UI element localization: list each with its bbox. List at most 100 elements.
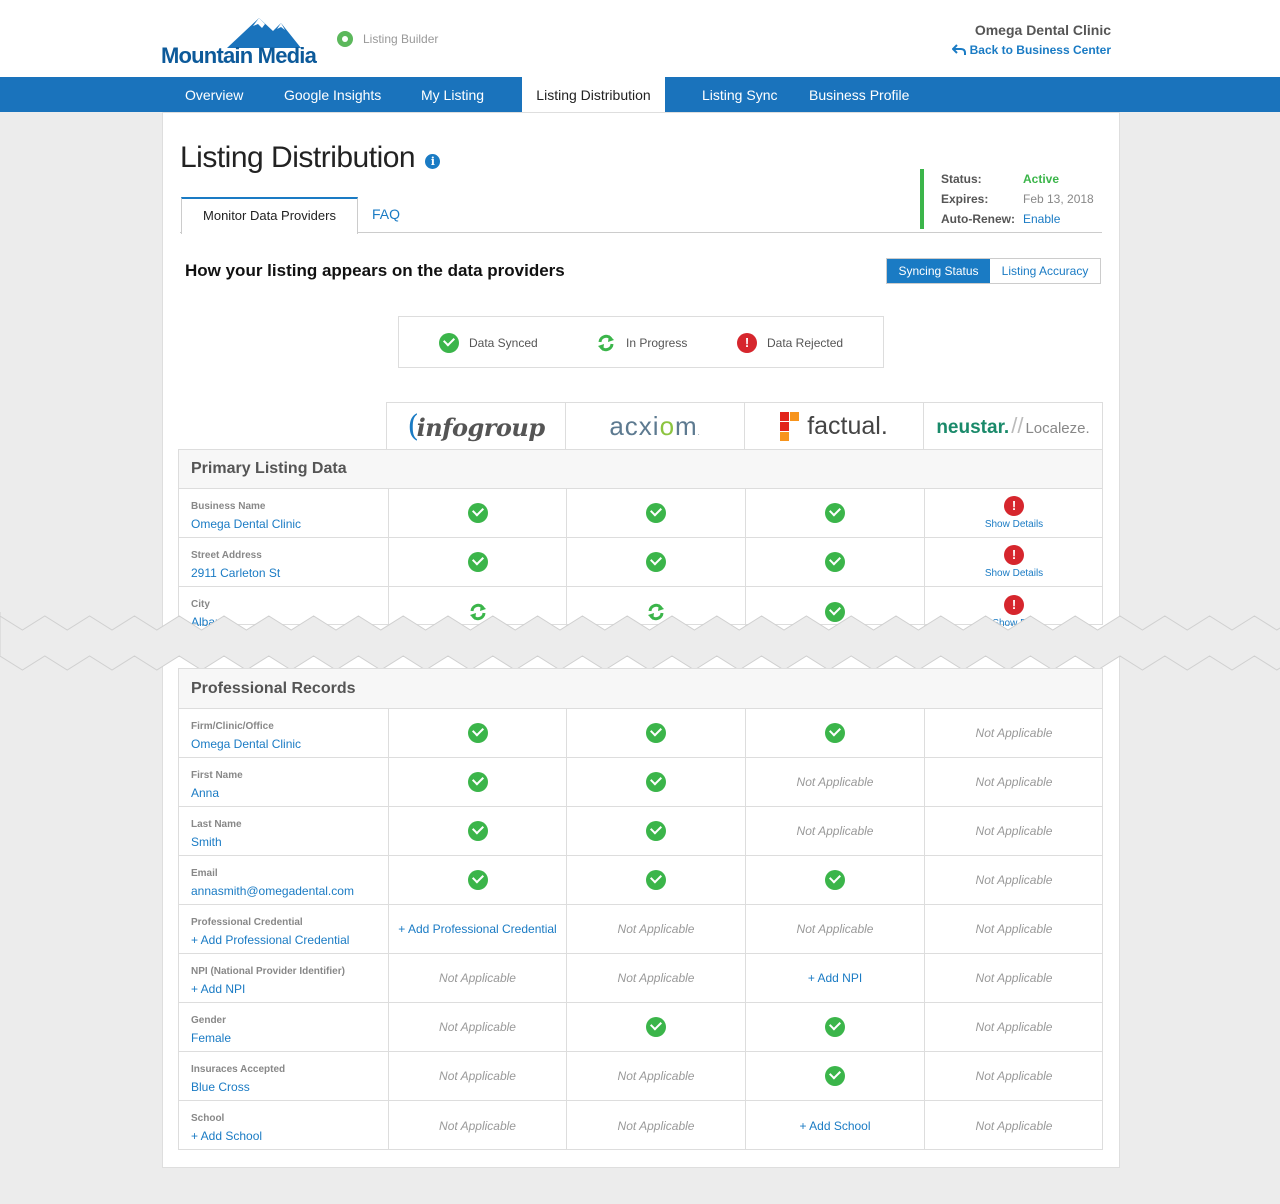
factual-logo-text: factual. <box>807 411 888 440</box>
provider-status-cell: Not Applicable <box>566 1101 745 1150</box>
status-value: Active <box>1023 172 1060 186</box>
table-row: First Name Anna Not Applicable Not Applicab… <box>179 758 1102 807</box>
nav-google-insights[interactable]: Google Insights <box>284 77 381 112</box>
provider-status-cell: Not Applicable <box>924 1101 1103 1150</box>
listing-accuracy-button[interactable]: Listing Accuracy <box>990 259 1100 283</box>
field-value-link[interactable]: Anna <box>191 786 388 800</box>
check-circle-icon <box>646 821 666 841</box>
not-applicable-text: Not Applicable <box>439 1069 516 1083</box>
info-icon[interactable]: i <box>425 153 441 169</box>
check-circle-icon <box>646 772 666 792</box>
subscription-status: Status: Active Expires: Feb 13, 2018 Auto-… <box>920 169 1100 229</box>
provider-status-cell <box>388 709 566 757</box>
neustar-logo-text: neustar. <box>936 417 1010 438</box>
provider-acxiom: acxiom. <box>565 402 745 449</box>
row-label-cell: Last Name Smith <box>179 807 388 855</box>
legend-progress-label: In Progress <box>626 336 688 350</box>
autorenew-label: Auto-Renew: <box>941 212 1015 226</box>
check-circle-icon <box>467 870 488 890</box>
show-details-link[interactable]: Show Details <box>985 519 1043 530</box>
not-applicable-text: Not Applicable <box>617 922 695 936</box>
nav-listing-sync[interactable]: Listing Sync <box>702 77 777 112</box>
syncing-status-button[interactable]: Syncing Status <box>887 259 990 283</box>
not-applicable-text: Not Applicable <box>975 971 1053 985</box>
legend-synced-label: Data Synced <box>469 336 538 350</box>
acxiom-logo: acxiom. <box>609 411 700 442</box>
nav-overview[interactable]: Overview <box>185 77 243 112</box>
nav-listing-distribution[interactable]: Listing Distribution <box>522 77 665 112</box>
field-value-link[interactable]: Omega Dental Clinic <box>191 517 388 531</box>
check-circle-icon <box>825 1017 845 1037</box>
add-field-link[interactable]: + Add Professional Credential <box>398 922 556 936</box>
provider-status-cell: Not Applicable <box>388 954 566 1002</box>
field-name: Firm/Clinic/Office <box>191 721 274 732</box>
table-row: Insuraces Accepted Blue Cross Not Applicab… <box>179 1052 1102 1101</box>
provider-status-cell: Not Applicable <box>745 905 924 953</box>
field-value-link[interactable]: + Add NPI <box>191 982 388 996</box>
back-to-business-center-link[interactable]: Back to Business Center <box>951 43 1111 57</box>
check-circle-icon <box>439 333 459 353</box>
exclamation-circle-icon: ! <box>1004 496 1024 516</box>
field-value-link[interactable]: Blue Cross <box>191 1080 388 1094</box>
mountain-media-logo[interactable]: Mountain Media <box>161 14 331 68</box>
page-title-text: Listing Distribution <box>180 141 416 174</box>
check-circle-icon <box>646 552 666 572</box>
infogroup-logo-text: infogroup <box>416 412 546 442</box>
field-value-link[interactable]: Smith <box>191 835 388 849</box>
page-title: Listing Distribution i <box>180 141 441 175</box>
exclamation-circle-icon: ! <box>1004 545 1024 565</box>
provider-status-cell: Not Applicable <box>745 807 924 855</box>
expires-label: Expires: <box>941 192 989 206</box>
provider-status-cell: Not Applicable <box>924 954 1103 1002</box>
not-applicable-text: Not Applicable <box>975 922 1053 936</box>
field-value-link[interactable]: Female <box>191 1031 388 1045</box>
provider-status-cell: Not Applicable <box>924 807 1103 855</box>
acxiom-logo-text-a: acxi <box>609 410 660 441</box>
table-row: Last Name Smith Not Applicable Not Applicab… <box>179 807 1102 856</box>
provider-status-cell <box>566 758 745 806</box>
enable-autorenew-link[interactable]: Enable <box>1023 209 1060 229</box>
provider-status-cell <box>388 489 566 537</box>
nav-my-listing[interactable]: My Listing <box>421 77 484 112</box>
check-circle-icon <box>646 1017 666 1037</box>
table-row: Professional Credential + Add Professiona… <box>179 905 1102 954</box>
tab-monitor-data-providers[interactable]: Monitor Data Providers <box>181 197 358 234</box>
not-applicable-text: Not Applicable <box>975 1069 1053 1083</box>
check-circle-icon <box>825 723 845 743</box>
add-field-link[interactable]: + Add School <box>799 1119 870 1133</box>
row-label-cell: Business Name Omega Dental Clinic <box>179 489 388 537</box>
nav-business-profile[interactable]: Business Profile <box>809 77 909 112</box>
not-applicable-text: Not Applicable <box>975 1020 1053 1034</box>
not-applicable-text: Not Applicable <box>975 1118 1053 1133</box>
check-circle-icon <box>646 723 666 743</box>
provider-neustar: neustar.//Localeze. <box>923 402 1103 449</box>
add-field-link[interactable]: + Add NPI <box>808 971 862 985</box>
field-name: First Name <box>191 770 243 781</box>
not-applicable-text: Not Applicable <box>796 922 874 936</box>
check-circle-icon <box>467 503 488 523</box>
primary-listing-heading: Primary Listing Data <box>179 450 1102 489</box>
provider-status-cell <box>566 489 745 537</box>
back-arrow-icon <box>951 44 966 55</box>
infogroup-logo: (infogroup <box>407 409 546 444</box>
provider-status-cell: ! Show Details <box>924 538 1103 586</box>
tab-faq[interactable]: FAQ <box>372 206 400 222</box>
acxiom-logo-text-o: o <box>659 410 676 441</box>
provider-status-cell <box>388 758 566 806</box>
check-circle-icon <box>825 870 845 890</box>
field-value-link[interactable]: Omega Dental Clinic <box>191 737 388 751</box>
field-value-link[interactable]: annasmith@omegadental.com <box>191 884 388 898</box>
status-label: Status: <box>941 172 982 186</box>
row-label-cell: Gender Female <box>179 1003 388 1051</box>
show-details-link[interactable]: Show Details <box>985 568 1043 579</box>
provider-status-cell <box>566 538 745 586</box>
check-circle-icon <box>825 552 845 572</box>
product-name: Listing Builder <box>363 32 439 46</box>
field-name: Insuraces Accepted <box>191 1064 286 1075</box>
field-value-link[interactable]: + Add Professional Credential <box>191 933 388 947</box>
field-value-link[interactable]: + Add School <box>191 1129 388 1143</box>
provider-status-cell <box>745 709 924 757</box>
check-circle-icon <box>825 503 845 523</box>
provider-status-cell: Not Applicable <box>924 709 1103 757</box>
field-value-link[interactable]: 2911 Carleton St <box>191 566 388 580</box>
